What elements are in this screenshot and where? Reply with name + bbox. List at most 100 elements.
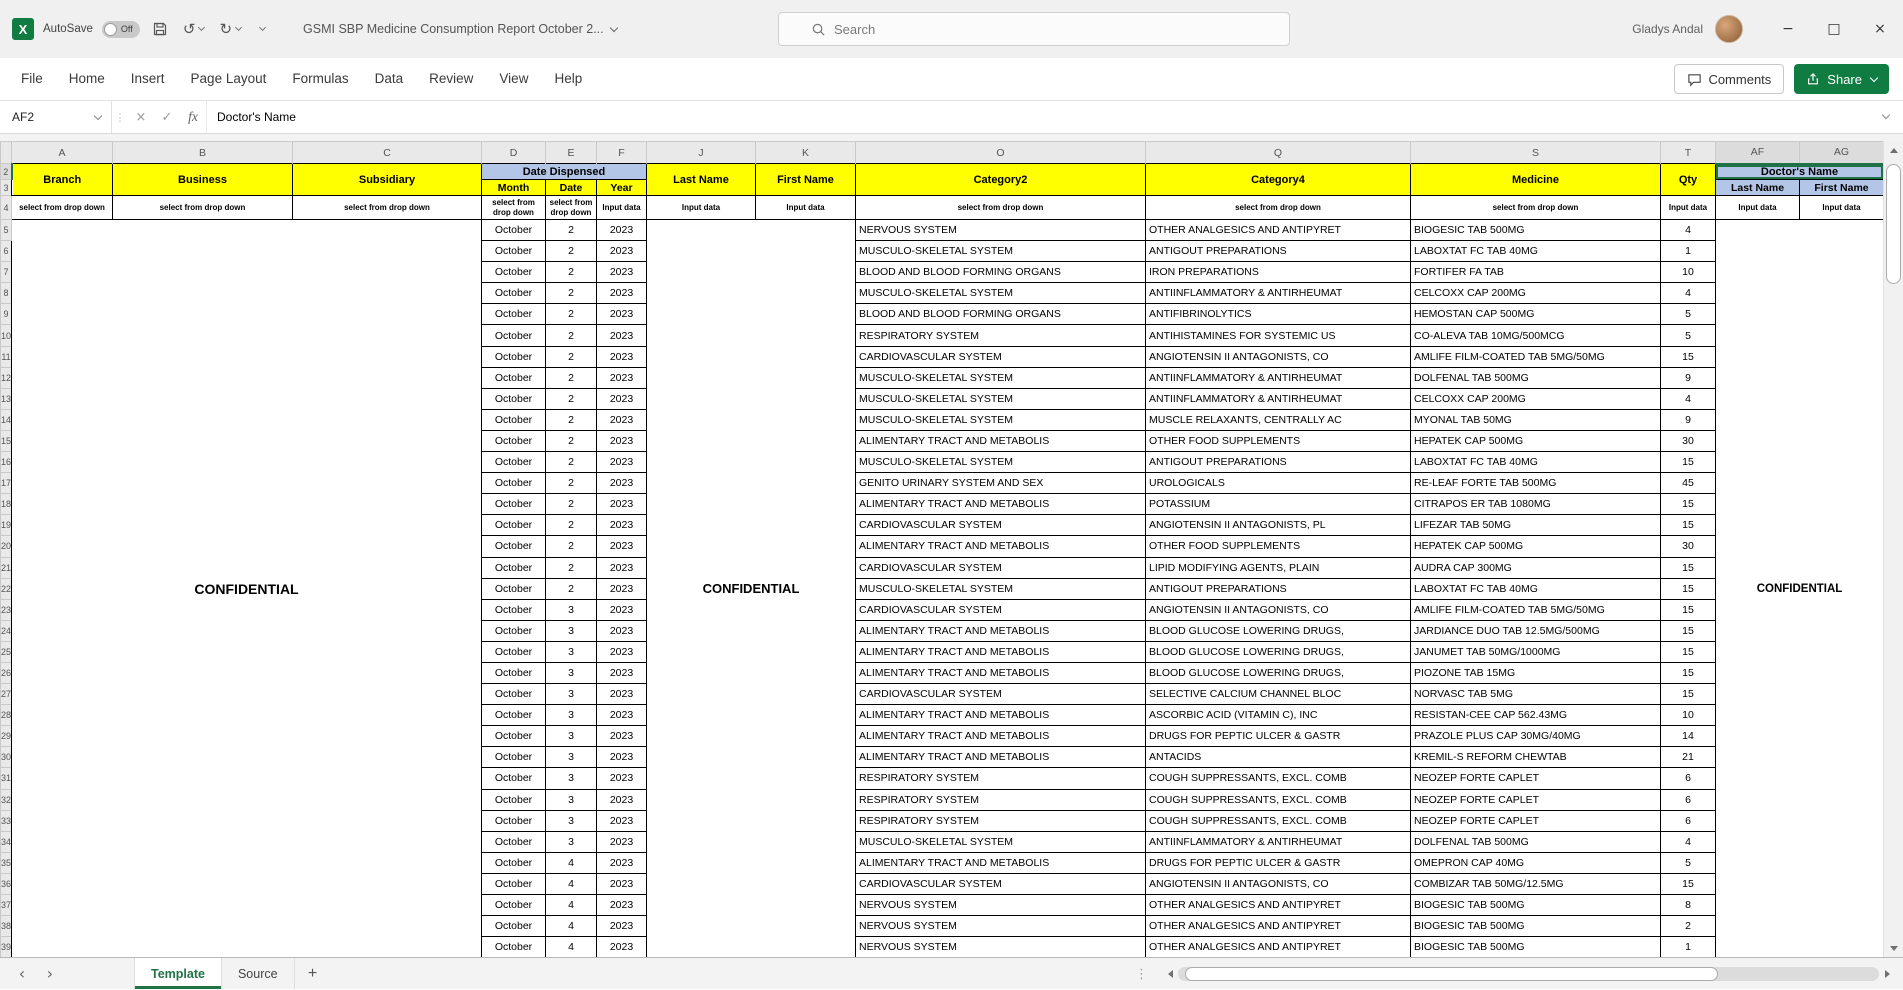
row-header[interactable]: 12 — [0, 366, 12, 389]
cell-month[interactable]: October — [481, 788, 546, 811]
column-header-Q[interactable]: Q — [1145, 141, 1411, 164]
cell-date[interactable]: 3 — [545, 661, 597, 685]
cell-category4[interactable]: ASCORBIC ACID (VITAMIN C), INC — [1145, 704, 1411, 727]
cell-month[interactable]: October — [481, 556, 546, 579]
cell-qty[interactable]: 14 — [1660, 725, 1716, 748]
cell-date[interactable]: 2 — [545, 429, 597, 453]
redo-button[interactable]: ↻ — [216, 19, 244, 40]
header-doctors-name[interactable]: Doctor's Name — [1715, 163, 1883, 180]
cell-qty[interactable]: 2 — [1660, 915, 1716, 938]
cell-month[interactable]: October — [481, 451, 546, 474]
column-header-J[interactable]: J — [646, 141, 756, 164]
cell-year[interactable]: 2023 — [596, 788, 647, 811]
cell-qty[interactable]: 15 — [1660, 514, 1716, 537]
row-header[interactable]: 35 — [0, 851, 12, 874]
cell-year[interactable]: 2023 — [596, 640, 647, 663]
cell-date[interactable]: 2 — [545, 282, 597, 305]
cell-category2[interactable]: BLOOD AND BLOOD FORMING ORGANS — [855, 303, 1146, 326]
cell-month[interactable]: October — [481, 598, 546, 621]
cell-category2[interactable]: CARDIOVASCULAR SYSTEM — [855, 514, 1146, 537]
cell-year[interactable]: 2023 — [596, 218, 647, 242]
cell-date[interactable]: 2 — [545, 451, 597, 474]
cell-qty[interactable]: 15 — [1660, 619, 1716, 642]
cell-month[interactable]: October — [481, 661, 546, 685]
row-header[interactable]: 15 — [0, 429, 12, 453]
row-header[interactable]: 30 — [0, 746, 12, 769]
row-header[interactable]: 31 — [0, 767, 12, 790]
undo-button[interactable]: ↺ — [180, 19, 208, 40]
column-header-D[interactable]: D — [481, 141, 546, 164]
cell-medicine[interactable]: LIFEZAR TAB 50MG — [1410, 514, 1661, 537]
cell-category2[interactable]: CARDIOVASCULAR SYSTEM — [855, 683, 1146, 706]
row-header[interactable]: 6 — [0, 240, 12, 263]
cell-qty[interactable]: 4 — [1660, 830, 1716, 853]
row-header[interactable]: 2 — [0, 163, 13, 180]
cell-date[interactable]: 3 — [545, 704, 597, 727]
cell-month[interactable]: October — [481, 472, 546, 495]
comments-button[interactable]: Comments — [1674, 64, 1785, 94]
cell-qty[interactable]: 4 — [1660, 218, 1716, 242]
cell-year[interactable]: 2023 — [596, 387, 647, 410]
cell-category2[interactable]: NERVOUS SYSTEM — [855, 893, 1146, 917]
document-title[interactable]: GSMI SBP Medicine Consumption Report Oct… — [303, 22, 618, 36]
cell-medicine[interactable]: DOLFENAL TAB 500MG — [1410, 830, 1661, 853]
column-header-AF[interactable]: AF — [1715, 141, 1800, 165]
cell-category4[interactable]: MUSCLE RELAXANTS, CENTRALLY AC — [1145, 408, 1411, 431]
cell-date[interactable]: 4 — [545, 893, 597, 917]
row-header[interactable]: 20 — [0, 535, 12, 558]
cell-year[interactable]: 2023 — [596, 429, 647, 453]
cell-medicine[interactable]: CELCOXX CAP 200MG — [1410, 282, 1661, 305]
cell-qty[interactable]: 9 — [1660, 408, 1716, 431]
cell-date[interactable]: 2 — [545, 514, 597, 537]
cell-month[interactable]: October — [481, 704, 546, 727]
formula-bar-expand-button[interactable] — [1869, 101, 1903, 133]
confidential-watermark[interactable]: CONFIDENTIAL — [1715, 218, 1883, 957]
cell-month[interactable]: October — [481, 725, 546, 748]
header-last-name[interactable]: Last Name — [646, 163, 756, 196]
user-avatar[interactable] — [1715, 15, 1743, 43]
cell-category4[interactable]: OTHER ANALGESICS AND ANTIPYRET — [1145, 218, 1411, 242]
menu-tab-view[interactable]: View — [486, 58, 541, 100]
column-header-B[interactable]: B — [112, 141, 293, 164]
cell-category2[interactable]: BLOOD AND BLOOD FORMING ORGANS — [855, 261, 1146, 284]
cell-year[interactable]: 2023 — [596, 472, 647, 495]
cell-category4[interactable]: DRUGS FOR PEPTIC ULCER & GASTR — [1145, 851, 1411, 874]
instruction-cell[interactable]: select from drop down — [1410, 195, 1661, 220]
cell-category4[interactable]: ANTIFIBRINOLYTICS — [1145, 303, 1411, 326]
cell-category4[interactable]: COUGH SUPPRESSANTS, EXCL. COMB — [1145, 788, 1411, 811]
menu-tab-data[interactable]: Data — [362, 58, 417, 100]
cell-month[interactable]: October — [481, 809, 546, 832]
horizontal-scrollbar[interactable] — [1162, 967, 1895, 981]
cell-date[interactable]: 3 — [545, 619, 597, 642]
cell-qty[interactable]: 15 — [1660, 345, 1716, 368]
cell-medicine[interactable]: JARDIANCE DUO TAB 12.5MG/500MG — [1410, 619, 1661, 642]
column-header-A[interactable]: A — [11, 141, 113, 164]
cell-category2[interactable]: MUSCULO-SKELETAL SYSTEM — [855, 408, 1146, 431]
cell-year[interactable]: 2023 — [596, 324, 647, 347]
cell-medicine[interactable]: CITRAPOS ER TAB 1080MG — [1410, 493, 1661, 516]
row-header[interactable]: 3 — [0, 179, 12, 196]
cell-qty[interactable]: 5 — [1660, 303, 1716, 326]
share-button[interactable]: Share — [1794, 64, 1889, 94]
cell-medicine[interactable]: CELCOXX CAP 200MG — [1410, 387, 1661, 410]
instruction-cell[interactable]: Input data — [1660, 195, 1716, 220]
cell-date[interactable]: 2 — [545, 577, 597, 600]
instruction-cell[interactable]: select from drop down — [855, 195, 1146, 220]
cell-date[interactable]: 2 — [545, 472, 597, 495]
cell-category4[interactable]: OTHER ANALGESICS AND ANTIPYRET — [1145, 893, 1411, 917]
row-header[interactable]: 13 — [0, 387, 12, 410]
cell-qty[interactable]: 10 — [1660, 704, 1716, 727]
cell-year[interactable]: 2023 — [596, 767, 647, 790]
cell-year[interactable]: 2023 — [596, 746, 647, 769]
cell-category4[interactable]: POTASSIUM — [1145, 493, 1411, 516]
cell-year[interactable]: 2023 — [596, 830, 647, 853]
cell-month[interactable]: October — [481, 408, 546, 431]
cell-date[interactable]: 3 — [545, 809, 597, 832]
search-box[interactable]: Search — [778, 12, 1290, 46]
header-branch[interactable]: Branch — [11, 163, 113, 196]
cell-qty[interactable]: 5 — [1660, 324, 1716, 347]
cell-date[interactable]: 4 — [545, 851, 597, 874]
cell-month[interactable]: October — [481, 936, 546, 957]
row-header[interactable]: 5 — [0, 218, 12, 242]
cell-year[interactable]: 2023 — [596, 366, 647, 389]
